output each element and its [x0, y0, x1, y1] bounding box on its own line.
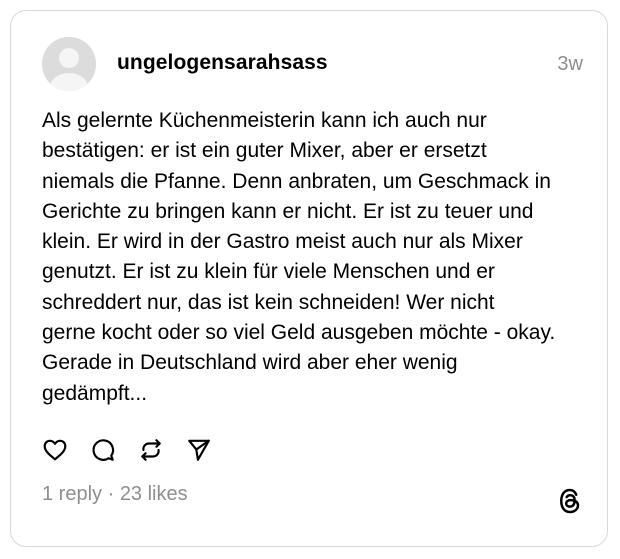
- like-button[interactable]: [42, 437, 68, 463]
- post-stats: 1 reply · 23 likes: [42, 483, 188, 506]
- post-timestamp[interactable]: 3w: [557, 53, 583, 76]
- reply-count[interactable]: 1 reply: [42, 483, 102, 505]
- like-count[interactable]: 23 likes: [120, 483, 188, 505]
- comment-icon: [92, 439, 115, 461]
- stats-separator: ·: [102, 483, 120, 505]
- heart-icon: [43, 439, 67, 461]
- username[interactable]: ungelogensarahsass: [117, 51, 328, 75]
- post-text: Als gelernte Küchenmeisterin kann ich au…: [42, 109, 556, 405]
- share-button[interactable]: [186, 437, 212, 463]
- threads-logo-icon[interactable]: [557, 487, 583, 515]
- send-icon: [188, 439, 210, 461]
- default-avatar-icon: [42, 37, 96, 91]
- reply-button[interactable]: [90, 437, 116, 463]
- repost-button[interactable]: [138, 437, 164, 463]
- repost-icon: [141, 439, 161, 461]
- post-card: ungelogensarahsass 3w Als gelernte Küche…: [10, 10, 608, 547]
- avatar[interactable]: [42, 37, 96, 91]
- action-bar: [42, 436, 234, 464]
